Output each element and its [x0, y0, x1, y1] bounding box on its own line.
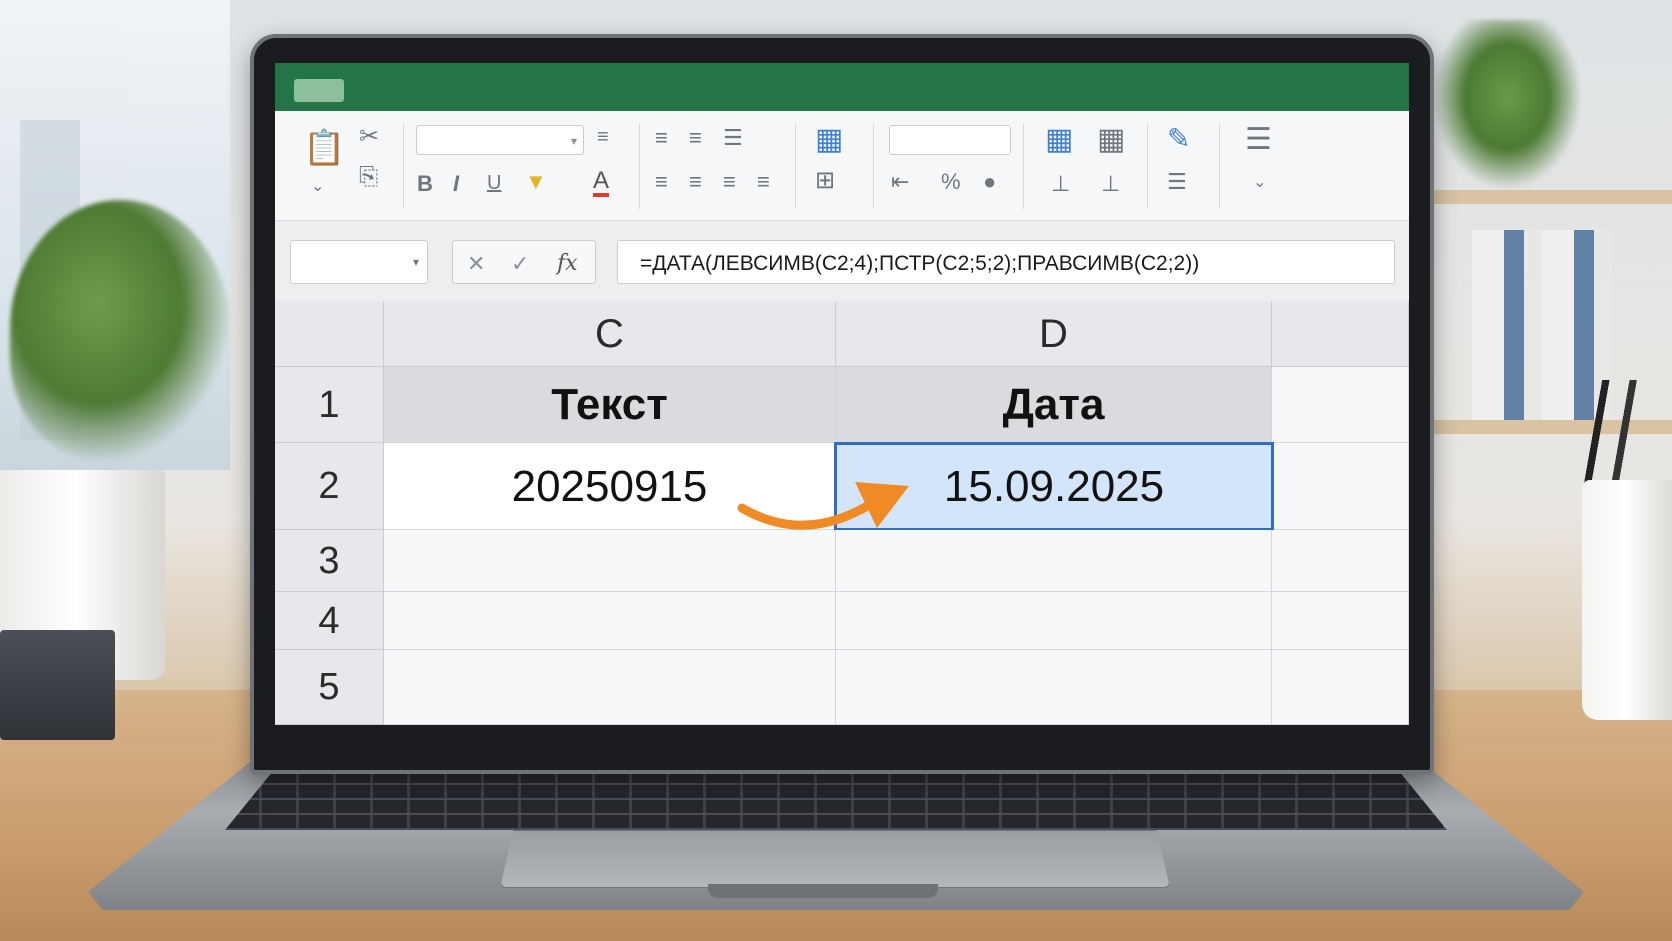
justify-icon[interactable]: ≡ — [757, 171, 770, 193]
row-header-5[interactable]: 5 — [275, 650, 384, 725]
font-name-box[interactable]: ▾ — [416, 125, 584, 155]
italic-icon[interactable]: I — [453, 173, 459, 195]
row-header-1[interactable]: 1 — [275, 367, 384, 443]
column-header-d[interactable]: D — [836, 301, 1272, 367]
align-left-icon[interactable]: ≡ — [655, 171, 668, 193]
ribbon-separator — [795, 123, 796, 209]
conversion-arrow-icon — [737, 482, 909, 530]
cell-e4[interactable] — [1272, 592, 1409, 650]
bold-icon[interactable]: B — [417, 173, 433, 195]
chevron-down-icon: ▾ — [570, 134, 577, 148]
align-top-icon[interactable]: ≡ — [655, 127, 668, 149]
cell-d1[interactable]: Дата — [836, 367, 1272, 443]
cell-e2[interactable] — [1274, 443, 1409, 530]
function-icon[interactable]: fx — [557, 251, 578, 276]
row-header-4[interactable]: 4 — [275, 592, 384, 650]
background-shelf-plant — [1432, 20, 1582, 190]
cut-icon[interactable]: ✂ — [359, 125, 379, 149]
formula-input[interactable]: =ДАТА(ЛЕВСИМВ(C2;4);ПСТР(C2;5;2);ПРАВСИМ… — [617, 240, 1395, 284]
background-cup — [1582, 480, 1672, 720]
laptop-trackpad — [500, 830, 1170, 888]
row-header-2[interactable]: 2 — [275, 443, 384, 530]
laptop-notch — [708, 884, 938, 898]
cell-c4[interactable] — [384, 592, 836, 650]
underline-icon[interactable]: U — [487, 173, 501, 193]
number-format-box[interactable] — [889, 125, 1011, 155]
cancel-icon[interactable]: ✕ — [467, 251, 485, 277]
wrap-text-icon[interactable]: ☰ — [723, 127, 743, 149]
screen: 📋 ⌄ ✂ ⎘ ▾ ≡ B I U ▼ A ≡ ≡ ☰ ≡ ≡ ≡ ≡ ▦ ⊞ … — [275, 63, 1409, 725]
cell-e3[interactable] — [1272, 530, 1409, 592]
formula-buttons: ✕ ✓ fx — [452, 240, 596, 284]
name-box[interactable]: ▾ — [290, 240, 428, 284]
copy-icon[interactable]: ⎘ — [359, 165, 378, 189]
more-icon[interactable]: ☰ — [1245, 125, 1272, 155]
column-header-c[interactable]: C — [384, 301, 836, 367]
chevron-down-icon[interactable]: ⌄ — [311, 179, 324, 195]
enter-icon[interactable]: ✓ — [511, 251, 529, 277]
background-shelf — [1422, 190, 1672, 204]
ribbon-separator — [873, 123, 874, 209]
ribbon-separator — [1147, 123, 1148, 209]
format-painter-icon[interactable]: ✎ — [1167, 125, 1190, 153]
row-header-3[interactable]: 3 — [275, 530, 384, 592]
cell-e1[interactable] — [1272, 367, 1409, 443]
background-book — [0, 630, 115, 740]
align-right-icon[interactable]: ≡ — [723, 171, 736, 193]
grid-corner[interactable] — [275, 301, 384, 367]
chevron-down-icon[interactable]: ⌄ — [1253, 175, 1266, 191]
format-table-icon[interactable]: ▦ — [1097, 125, 1125, 155]
chevron-down-icon: ▾ — [412, 255, 419, 269]
ribbon: 📋 ⌄ ✂ ⎘ ▾ ≡ B I U ▼ A ≡ ≡ ☰ ≡ ≡ ≡ ≡ ▦ ⊞ … — [275, 111, 1409, 221]
cell-d5[interactable] — [836, 650, 1272, 725]
cell-c3[interactable] — [384, 530, 836, 592]
app-logo-icon — [294, 79, 344, 102]
font-color-icon[interactable]: A — [593, 169, 610, 197]
table-icon[interactable]: ▦ — [815, 125, 843, 155]
formula-bar: ▾ ✕ ✓ fx =ДАТА(ЛЕВСИМВ(C2;4);ПСТР(C2;5;2… — [275, 221, 1409, 301]
paste-icon[interactable]: 📋 — [303, 131, 345, 165]
align-center-icon[interactable]: ≡ — [689, 171, 702, 193]
laptop-keyboard — [225, 770, 1447, 830]
ribbon-separator — [639, 123, 640, 209]
ribbon-separator — [403, 123, 404, 209]
align-middle-icon[interactable]: ≡ — [689, 127, 702, 149]
conditional-format-icon[interactable]: ● — [983, 171, 996, 193]
fill-color-icon[interactable]: ▼ — [525, 171, 547, 193]
cell-c5[interactable] — [384, 650, 836, 725]
cell-c1[interactable]: Текст — [384, 367, 836, 443]
number-format-icon[interactable]: ⇤ — [891, 171, 909, 193]
title-bar — [275, 63, 1409, 111]
sort-icon[interactable]: ☰ — [1167, 171, 1187, 193]
ribbon-separator — [1219, 123, 1220, 209]
cell-d3[interactable] — [836, 530, 1272, 592]
cell-d4[interactable] — [836, 592, 1272, 650]
background-plant — [10, 200, 230, 460]
cell-e5[interactable] — [1272, 650, 1409, 725]
percent-icon[interactable]: % — [941, 171, 961, 193]
column-header-e[interactable] — [1272, 301, 1409, 367]
borders-icon[interactable]: ⊞ — [815, 169, 835, 193]
delete-icon[interactable]: ⊥ — [1101, 173, 1120, 195]
paragraph-icon[interactable]: ≡ — [597, 127, 609, 147]
insert-table-icon[interactable]: ▦ — [1045, 125, 1073, 155]
insert-icon[interactable]: ⊥ — [1051, 173, 1070, 195]
spreadsheet-grid: C D 1 2 3 4 5 Текст Дата 20250915 15.09.… — [275, 301, 1409, 725]
ribbon-separator — [1023, 123, 1024, 209]
